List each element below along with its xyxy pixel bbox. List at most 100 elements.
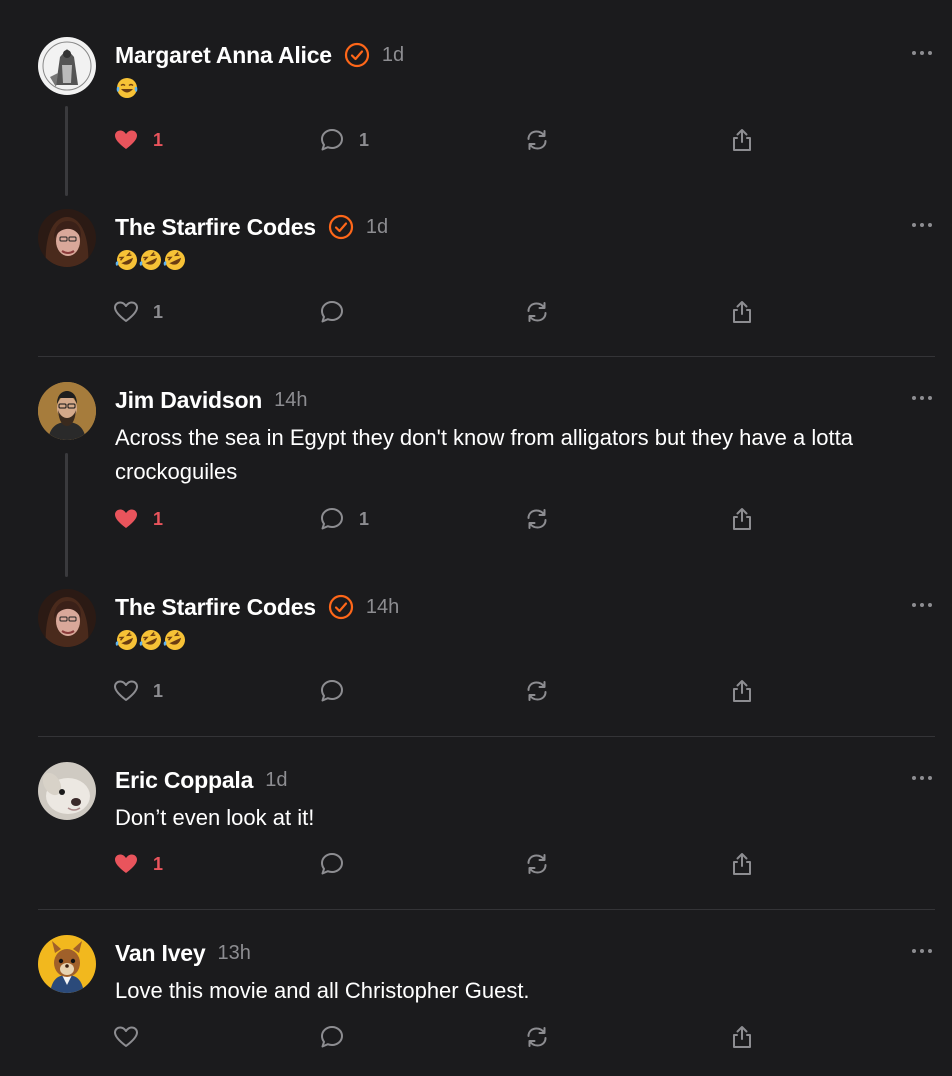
like-count: 1 <box>153 301 164 322</box>
heart-icon <box>115 509 137 528</box>
timestamp[interactable]: 1d <box>265 769 287 792</box>
reply-button[interactable] <box>319 848 345 880</box>
avatar[interactable] <box>38 382 96 440</box>
comment-bubble-icon <box>321 680 343 702</box>
restack-button[interactable] <box>524 848 550 880</box>
reply-button[interactable] <box>319 1021 345 1053</box>
comment-actions <box>0 1021 952 1053</box>
avatar[interactable] <box>38 589 96 647</box>
restack-button[interactable] <box>524 675 550 707</box>
verified-badge-icon <box>344 42 369 68</box>
comment-bubble-icon <box>321 508 343 530</box>
share-button[interactable] <box>729 503 755 535</box>
reply-button[interactable] <box>319 296 345 328</box>
author-name[interactable]: The Starfire Codes <box>115 214 316 241</box>
author-name[interactable]: The Starfire Codes <box>115 594 316 621</box>
comment-actions: 1 1 <box>0 503 952 535</box>
timestamp[interactable]: 13h <box>217 942 250 965</box>
share-icon <box>733 129 751 151</box>
heart-icon <box>114 680 138 701</box>
like-button[interactable] <box>113 1021 139 1053</box>
woman-portrait-avatar-icon <box>38 589 96 647</box>
comment-header: Margaret Anna Alice 1d <box>115 39 404 71</box>
rolling-laughing-emoji-icon <box>139 630 161 650</box>
rolling-laughing-emoji-icon <box>139 250 161 270</box>
share-button[interactable] <box>729 124 755 156</box>
comment-body <box>115 248 925 272</box>
timestamp[interactable]: 1d <box>366 216 388 239</box>
restack-button[interactable] <box>524 503 550 535</box>
author-name[interactable]: Van Ivey <box>115 940 206 967</box>
like-button[interactable]: 1 <box>113 296 163 328</box>
thread-divider <box>38 736 935 737</box>
like-button[interactable]: 1 <box>113 124 163 156</box>
comments-feed: Margaret Anna Alice 1d 1 1 The Starfire … <box>0 0 952 1076</box>
author-name[interactable]: Jim Davidson <box>115 387 262 414</box>
share-button[interactable] <box>729 296 755 328</box>
comment-body <box>115 76 925 100</box>
restack-icon <box>527 854 547 874</box>
comment-bubble-icon <box>321 1026 343 1048</box>
restack-button[interactable] <box>524 1021 550 1053</box>
thread-divider <box>38 356 935 357</box>
like-button[interactable]: 1 <box>113 675 163 707</box>
comment-bubble-icon <box>321 853 343 875</box>
thread-divider <box>38 909 935 910</box>
comment-bubble-icon <box>321 129 343 151</box>
comment-actions: 1 <box>0 675 952 707</box>
reply-button[interactable] <box>319 675 345 707</box>
engraving-avatar-icon <box>38 37 96 95</box>
timestamp[interactable]: 14h <box>366 596 399 619</box>
heart-icon <box>115 854 137 873</box>
woman-portrait-avatar-icon <box>38 209 96 267</box>
comment-body: Don’t even look at it! <box>115 805 315 830</box>
comment-body <box>115 628 925 652</box>
more-dots-icon[interactable] <box>911 601 933 609</box>
reply-button[interactable]: 1 <box>319 503 369 535</box>
share-button[interactable] <box>729 848 755 880</box>
share-icon <box>733 301 751 323</box>
share-icon <box>733 508 751 530</box>
author-name[interactable]: Eric Coppala <box>115 767 253 794</box>
author-name[interactable]: Margaret Anna Alice <box>115 42 332 69</box>
dog-avatar-icon <box>38 762 96 820</box>
tears-of-joy-emoji-icon <box>116 78 138 98</box>
like-button[interactable]: 1 <box>113 848 163 880</box>
share-button[interactable] <box>729 675 755 707</box>
share-icon <box>733 680 751 702</box>
restack-button[interactable] <box>524 124 550 156</box>
avatar[interactable] <box>38 37 96 95</box>
comment-body: Across the sea in Egypt they don't know … <box>115 425 853 484</box>
share-button[interactable] <box>729 1021 755 1053</box>
more-dots-icon[interactable] <box>911 221 933 229</box>
rolling-laughing-emoji-icon <box>115 250 137 270</box>
squirrel-avatar-icon <box>38 935 96 993</box>
like-count: 1 <box>153 680 164 701</box>
verified-badge-icon <box>328 214 354 240</box>
reply-button[interactable]: 1 <box>319 124 369 156</box>
rolling-laughing-emoji-icon <box>163 250 185 270</box>
avatar[interactable] <box>38 209 96 267</box>
heart-icon <box>114 301 138 322</box>
heart-icon <box>115 130 137 149</box>
restack-button[interactable] <box>524 296 550 328</box>
share-icon <box>733 1026 751 1048</box>
more-dots-icon[interactable] <box>911 394 933 402</box>
avatar[interactable] <box>38 935 96 993</box>
timestamp[interactable]: 1d <box>382 44 404 67</box>
avatar[interactable] <box>38 762 96 820</box>
comment-actions: 1 <box>0 848 952 880</box>
like-button[interactable]: 1 <box>113 503 163 535</box>
comment-actions: 1 1 <box>0 124 952 156</box>
more-dots-icon[interactable] <box>911 774 933 782</box>
restack-icon <box>527 130 547 150</box>
restack-icon <box>527 302 547 322</box>
timestamp[interactable]: 14h <box>274 389 307 412</box>
comment-body: Love this movie and all Christopher Gues… <box>115 978 530 1003</box>
more-dots-icon[interactable] <box>911 49 933 57</box>
restack-icon <box>527 1027 547 1047</box>
more-dots-icon[interactable] <box>911 947 933 955</box>
man-portrait-avatar-icon <box>38 382 96 440</box>
restack-icon <box>527 509 547 529</box>
like-count: 1 <box>153 508 164 529</box>
